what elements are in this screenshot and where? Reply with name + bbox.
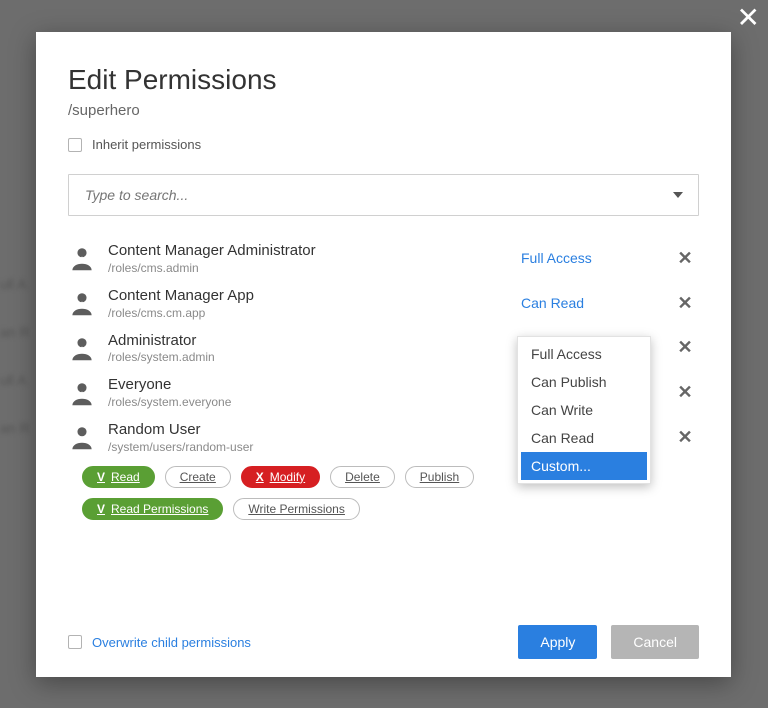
pill-label: Read — [111, 470, 140, 484]
dialog-footer: Overwrite child permissions Apply Cancel — [68, 605, 699, 659]
dropdown-option[interactable]: Can Publish — [521, 368, 647, 396]
principal-row: Content Manager App /roles/cms.cm.app Ca… — [68, 281, 699, 326]
modal-backdrop: ull A an R ull A an R ✕ Edit Permissions… — [0, 0, 768, 708]
dropdown-option[interactable]: Can Write — [521, 396, 647, 424]
overwrite-label: Overwrite child permissions — [92, 635, 251, 650]
role-icon — [68, 379, 108, 407]
principal-search[interactable] — [68, 174, 699, 216]
close-icon[interactable]: ✕ — [737, 4, 760, 32]
inherit-permissions-checkbox[interactable]: Inherit permissions — [68, 137, 699, 152]
dropdown-option[interactable]: Can Read — [521, 424, 647, 452]
principal-path: /roles/system.admin — [108, 350, 521, 364]
overwrite-children-checkbox[interactable]: Overwrite child permissions — [68, 635, 251, 650]
remove-principal-icon[interactable]: ✕ — [671, 293, 699, 314]
remove-principal-icon[interactable]: ✕ — [671, 337, 699, 358]
permission-pill-publish[interactable]: Publish — [405, 466, 474, 488]
permission-pill-delete[interactable]: Delete — [330, 466, 395, 488]
permission-pill-write-permissions[interactable]: Write Permissions — [233, 498, 359, 520]
principal-row: Content Manager Administrator /roles/cms… — [68, 236, 699, 281]
pill-label: Delete — [345, 470, 380, 484]
principal-name: Content Manager App — [108, 287, 521, 306]
permission-pill-read[interactable]: V Read — [82, 466, 155, 488]
role-icon — [68, 244, 108, 272]
pill-label: Read Permissions — [111, 502, 208, 516]
principal-name: Everyone — [108, 376, 521, 395]
principal-path: /roles/cms.admin — [108, 261, 521, 275]
user-icon — [68, 423, 108, 451]
principal-name: Content Manager Administrator — [108, 242, 521, 261]
role-icon — [68, 334, 108, 362]
permission-pill-read-permissions[interactable]: V Read Permissions — [82, 498, 223, 520]
dropdown-option[interactable]: Full Access — [521, 340, 647, 368]
pill-label: Modify — [270, 470, 305, 484]
search-input[interactable] — [83, 186, 658, 204]
remove-principal-icon[interactable]: ✕ — [671, 248, 699, 269]
custom-permissions-row2: V Read Permissions Write Permissions — [68, 498, 699, 520]
pill-label: Publish — [420, 470, 459, 484]
dialog-title: Edit Permissions — [68, 64, 699, 96]
role-icon — [68, 289, 108, 317]
pill-label: Create — [180, 470, 216, 484]
access-level-dropdown[interactable]: Full AccessCan PublishCan WriteCan ReadC… — [517, 336, 651, 484]
pill-prefix: V — [97, 470, 105, 484]
access-level-selector[interactable]: Full Access — [521, 250, 671, 266]
background-blur: ull A an R ull A an R — [0, 260, 30, 452]
edit-permissions-dialog: Edit Permissions /superhero Inherit perm… — [36, 32, 731, 677]
content-path: /superhero — [68, 102, 699, 119]
principal-path: /roles/cms.cm.app — [108, 306, 521, 320]
dropdown-option[interactable]: Custom... — [521, 452, 647, 480]
principal-name: Administrator — [108, 332, 521, 351]
permission-pill-modify[interactable]: X Modify — [241, 466, 320, 488]
checkbox-icon — [68, 138, 82, 152]
inherit-label: Inherit permissions — [92, 137, 201, 152]
principal-name: Random User — [108, 421, 521, 440]
cancel-button[interactable]: Cancel — [611, 625, 699, 659]
principal-path: /system/users/random-user — [108, 440, 521, 454]
access-level-selector[interactable]: Can Read — [521, 295, 671, 311]
apply-button[interactable]: Apply — [518, 625, 597, 659]
pill-prefix: X — [256, 470, 264, 484]
permission-pill-create[interactable]: Create — [165, 466, 231, 488]
chevron-down-icon[interactable] — [672, 191, 684, 199]
remove-principal-icon[interactable]: ✕ — [671, 427, 699, 448]
pill-prefix: V — [97, 502, 105, 516]
remove-principal-icon[interactable]: ✕ — [671, 382, 699, 403]
principal-path: /roles/system.everyone — [108, 395, 521, 409]
pill-label: Write Permissions — [248, 502, 344, 516]
checkbox-icon — [68, 635, 82, 649]
